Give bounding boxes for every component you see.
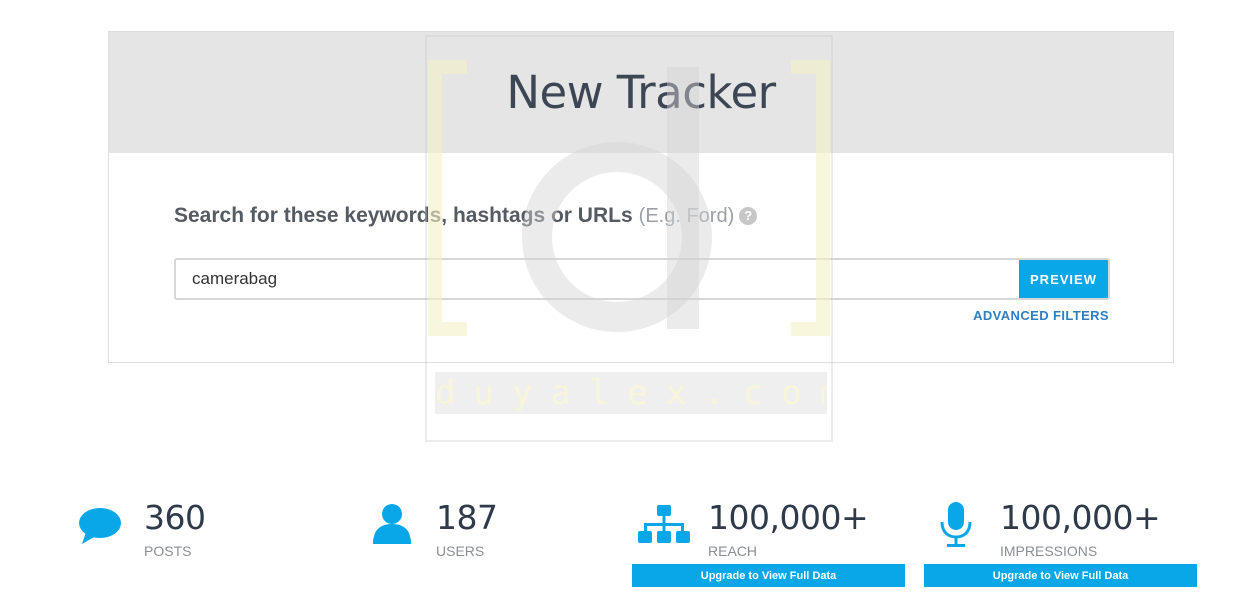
search-label: Search for these keywords, hashtags or U…	[174, 204, 758, 228]
advanced-filters-link[interactable]: ADVANCED FILTERS	[973, 308, 1109, 323]
watermark-text: duyalex.com	[435, 372, 827, 414]
stat-value: 100,000+	[1000, 498, 1161, 537]
upgrade-button-reach[interactable]: Upgrade to View Full Data	[632, 564, 905, 587]
stat-label: POSTS	[144, 543, 192, 559]
upgrade-button-impressions[interactable]: Upgrade to View Full Data	[924, 564, 1197, 587]
stat-label: IMPRESSIONS	[1000, 543, 1098, 559]
stat-value: 187	[436, 498, 498, 537]
stat-value: 360	[144, 498, 206, 537]
stat-value: 100,000+	[708, 498, 869, 537]
help-icon[interactable]: ?	[739, 207, 758, 225]
network-icon	[638, 505, 690, 543]
search-input[interactable]	[176, 260, 1019, 298]
microphone-icon	[940, 502, 972, 547]
search-box: PREVIEW	[174, 258, 1110, 300]
speech-bubble-icon	[79, 508, 121, 544]
panel-header: New Tracker	[109, 32, 1173, 153]
page: New Tracker Search for these keywords, h…	[0, 0, 1248, 607]
stat-label: REACH	[708, 543, 758, 559]
stat-label: USERS	[436, 543, 485, 559]
new-tracker-panel: New Tracker Search for these keywords, h…	[108, 31, 1174, 363]
preview-button[interactable]: PREVIEW	[1019, 260, 1108, 298]
search-hint: (E.g. Ford)	[638, 205, 735, 227]
search-label-text: Search for these keywords, hashtags or U…	[174, 204, 633, 227]
user-icon	[373, 504, 411, 544]
page-title: New Tracker	[506, 66, 776, 119]
